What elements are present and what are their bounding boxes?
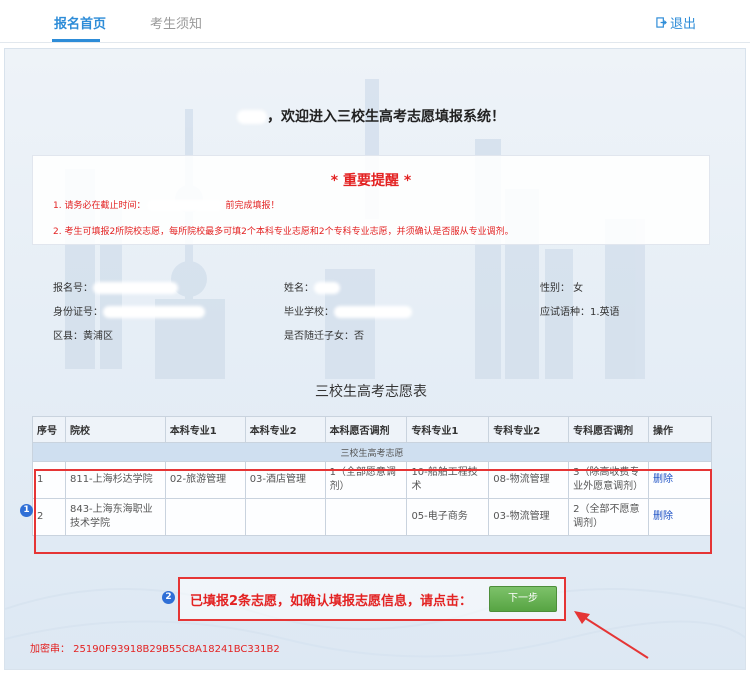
col-header: 序号: [32, 416, 66, 443]
col-header: 本科专业2: [244, 416, 326, 443]
section-label: 三校生高考志愿: [32, 442, 712, 462]
next-step-button[interactable]: 下一步: [489, 586, 557, 612]
col-header: 操作: [648, 416, 712, 443]
col-header: 院校: [64, 416, 166, 443]
info-school: 毕业学校：: [284, 303, 412, 318]
notice-title: * 重要提醒 *: [330, 173, 412, 189]
tab-home[interactable]: 报名首页: [54, 13, 106, 32]
info-migrant: 是否随迁子女：否: [284, 331, 364, 342]
redacted-id-number: [103, 306, 205, 318]
info-id-number: 身份证号：: [53, 303, 205, 318]
col-header: 本科愿否调剂: [324, 416, 408, 443]
important-notice: * 重要提醒 * 1. 请务必在截止时间： 前完成填报！ 2. 考生可填报2所院校…: [32, 155, 710, 245]
info-name: 姓名：: [284, 279, 340, 294]
redacted-candidate-name: [314, 282, 340, 294]
rows-highlight-box: [34, 469, 712, 554]
notice-line-2: 2. 考生可填报2所院校志愿，每所院校最多可填2个本科专业志愿和2个专科专业志愿…: [53, 227, 514, 237]
marker-1: 1: [20, 504, 33, 517]
redacted-name: [237, 110, 267, 124]
info-district: 区县：黄浦区: [53, 331, 113, 342]
col-header: 本科专业1: [164, 416, 246, 443]
logout-label: 退出: [669, 17, 696, 32]
info-reg-no: 报名号：: [53, 279, 178, 294]
tab-notice[interactable]: 考生须知: [150, 13, 202, 32]
col-header: 专科专业2: [488, 416, 570, 443]
redacted-school: [334, 306, 412, 318]
welcome-text: ，欢迎进入三校生高考志愿填报系统！: [267, 109, 505, 125]
active-tab-indicator: [52, 39, 100, 42]
col-header: 专科愿否调剂: [568, 416, 650, 443]
logout-button[interactable]: 退出: [656, 13, 696, 32]
table-header-row: 序号 院校 本科专业1 本科专业2 本科愿否调剂 专科专业1 专科专业2 专科愿…: [32, 416, 712, 443]
logout-icon: [656, 17, 667, 28]
table-title: 三校生高考志愿表: [315, 384, 427, 400]
marker-2: 2: [162, 591, 175, 604]
confirm-text: 已填报2条志愿，如确认填报志愿信息，请点击：: [190, 594, 473, 609]
info-language: 应试语种：1.英语: [540, 307, 620, 318]
notice-line-1: 1. 请务必在截止时间： 前完成填报！: [53, 200, 280, 211]
pointer-arrow-icon: [574, 611, 649, 659]
welcome-message: ，欢迎进入三校生高考志愿填报系统！: [0, 106, 742, 126]
redacted-reg-no: [93, 282, 178, 294]
info-gender: 性别： 女: [540, 283, 584, 294]
encryption-code: 加密串： 25190F93918B29B55C8A18241BC331B2: [30, 644, 280, 655]
table-section-row: 三校生高考志愿: [32, 442, 712, 462]
redacted-deadline: [147, 200, 224, 211]
col-header: 专科专业1: [406, 416, 490, 443]
top-nav-bar: 报名首页 考生须知 退出: [0, 0, 750, 43]
